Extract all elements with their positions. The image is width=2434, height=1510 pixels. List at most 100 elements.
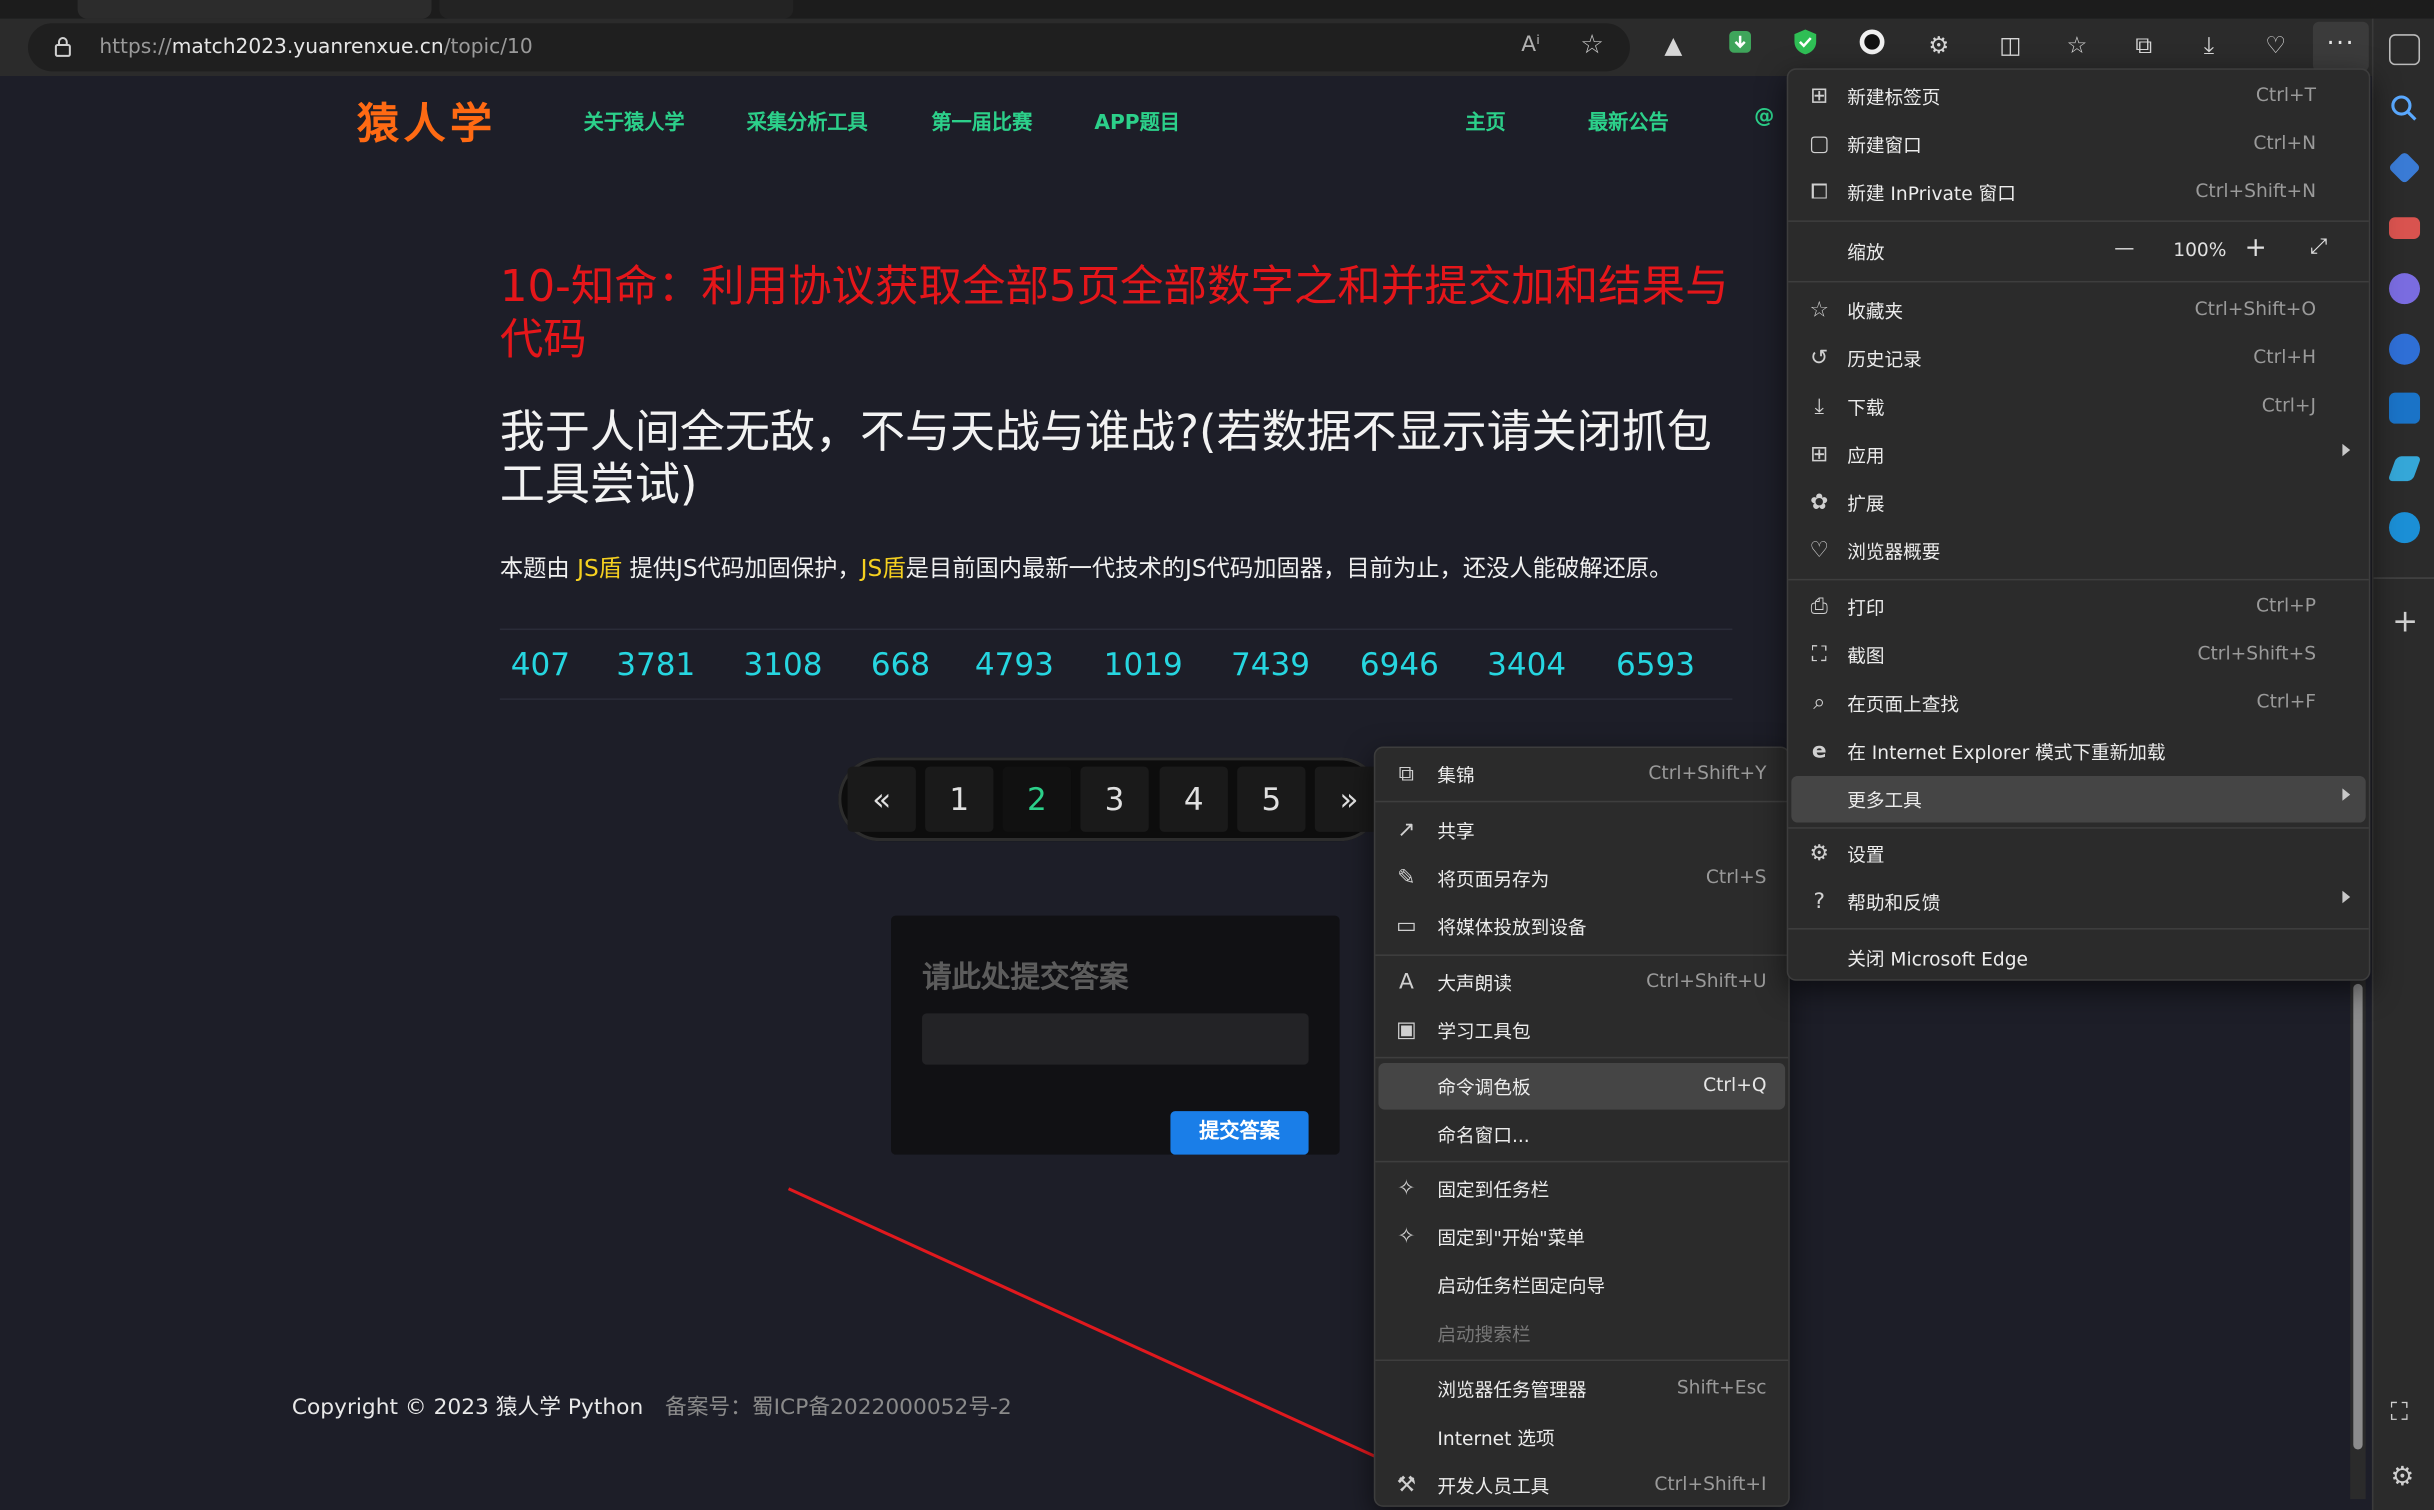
number-cell: 3404 (1487, 645, 1567, 683)
page-scrollbar[interactable] (2350, 977, 2366, 1500)
browser-tab[interactable] (77, 0, 432, 19)
menu-item-new-window[interactable]: ▢ 新建窗口 Ctrl+N (1791, 121, 2365, 168)
menu-item-print[interactable]: ⎙ 打印 Ctrl+P (1791, 584, 2365, 631)
nav-about[interactable]: 关于猿人学 (584, 106, 685, 135)
settings-and-more-button[interactable]: ··· (2312, 21, 2369, 72)
jsdun-link[interactable]: JS盾 (861, 554, 906, 582)
menu-item-share[interactable]: ↗ 共享 (1378, 807, 1785, 854)
number-cell: 6946 (1359, 645, 1439, 683)
page-3-button[interactable]: 3 (1080, 766, 1149, 832)
download-icon: ⤓ (1814, 394, 1825, 420)
tools-briefcase-icon[interactable] (2388, 217, 2421, 239)
problem-subtitle: 我于人间全无敌，不与天战与谁战?(若数据不显示请关闭抓包工具尝试) (499, 405, 1712, 511)
print-icon: ⎙ (1810, 594, 1828, 620)
number-cell: 1019 (1103, 645, 1183, 683)
menu-item-more-tools[interactable]: 更多工具 (1791, 775, 2366, 823)
nav-first-contest[interactable]: 第一届比赛 (931, 106, 1032, 135)
favorites-icon[interactable]: ☆ (2060, 28, 2094, 62)
menu-item-inprivate[interactable]: ⧠ 新建 InPrivate 窗口 Ctrl+Shift+N (1791, 169, 2365, 216)
nav-app-questions[interactable]: APP题目 (1094, 106, 1180, 135)
menu-item-collections[interactable]: ⧉ 集锦 Ctrl+Shift+Y (1378, 751, 1785, 798)
menu-item-save-page[interactable]: ✎ 将页面另存为 Ctrl+S (1378, 855, 1785, 902)
share-icon: ↗ (1397, 817, 1416, 843)
browser-essentials-icon[interactable]: ♡ (2259, 28, 2293, 62)
menu-item-history[interactable]: ↺ 历史记录 Ctrl+H (1791, 335, 2365, 382)
menu-item-apps[interactable]: ⊞ 应用 (1791, 431, 2365, 478)
menu-item-ie-mode[interactable]: e在 Internet Explorer 模式下重新加载 (1791, 728, 2365, 775)
zoom-level: 100% (2173, 238, 2227, 261)
menu-item-downloads[interactable]: ⤓ 下载 Ctrl+J (1791, 383, 2365, 430)
menu-item-help-feedback[interactable]: ? 帮助和反馈 (1791, 878, 2365, 925)
menu-item-settings[interactable]: ⚙ 设置 (1791, 830, 2365, 877)
inprivate-icon: ⧠ (1810, 180, 1828, 205)
icp-link[interactable]: 备案号：蜀ICP备2022000052号-2 (665, 1395, 1012, 1420)
scrollbar-thumb[interactable] (2353, 983, 2363, 1450)
menu-item-new-tab[interactable]: ⊞ 新建标签页 Ctrl+T (1791, 73, 2365, 120)
nav-home[interactable]: 主页 (1465, 106, 1505, 135)
menu-item-find-on-page[interactable]: ⌕ 在页面上查找 Ctrl+F (1791, 680, 2365, 727)
collections-icon: ⧉ (1398, 761, 1415, 787)
menu-item-internet-options[interactable]: Internet 选项 (1378, 1414, 1785, 1461)
collections-icon[interactable]: ⧉ (2127, 28, 2161, 62)
split-screen-icon[interactable]: ◫ (1993, 28, 2027, 62)
page-prev-button[interactable]: « (847, 766, 916, 832)
sidebar-settings-icon[interactable]: ⚙ (2391, 1462, 2415, 1493)
page-4-button[interactable]: 4 (1159, 766, 1228, 832)
zoom-in-button[interactable]: + (2245, 233, 2267, 264)
games-icon[interactable] (2388, 273, 2421, 305)
lock-icon[interactable] (54, 36, 71, 58)
downloads-icon[interactable]: ⤓ (2192, 28, 2226, 62)
screenshot-icon[interactable]: ⛶ (2391, 1397, 2408, 1428)
favorite-star-icon[interactable]: ☆ (1580, 29, 1604, 60)
number-cell: 3108 (743, 645, 823, 683)
extension-shield-icon[interactable] (1788, 28, 1822, 62)
extensions-puzzle-icon[interactable]: ⚙ (1922, 28, 1956, 62)
answer-input[interactable] (922, 1013, 1309, 1065)
shopping-tag-icon[interactable] (2388, 151, 2421, 185)
page-2-button[interactable]: 2 (1002, 766, 1072, 832)
page-1-button[interactable]: 1 (925, 766, 994, 832)
menu-item-close-edge[interactable]: 关闭 Microsoft Edge (1791, 934, 2365, 981)
menu-item-read-aloud[interactable]: A 大声朗读 Ctrl+Shift+U (1378, 959, 1785, 1006)
url-text[interactable]: https://match2023.yuanrenxue.cn/topic/10 (99, 36, 532, 59)
add-icon[interactable]: + (2392, 602, 2418, 639)
menu-item-browser-essentials[interactable]: ♡ 浏览器概要 (1791, 528, 2365, 575)
menu-item-name-window[interactable]: 命名窗口... (1378, 1111, 1785, 1158)
extension-download-icon[interactable] (1723, 28, 1757, 62)
site-logo[interactable]: 猿人学 (357, 90, 497, 151)
fullscreen-icon[interactable]: ⤢ (2310, 234, 2327, 259)
problem-description: 本题由 JS盾 提供JS代码加固保护，JS盾是目前国内最新一代技术的JS代码加固… (499, 554, 1673, 582)
menu-item-cast[interactable]: ▭ 将媒体投放到设备 (1378, 903, 1785, 950)
submit-answer-button[interactable]: 提交答案 (1170, 1111, 1309, 1155)
jsdun-link[interactable]: JS盾 (577, 554, 622, 582)
menu-item-favorites[interactable]: ☆ 收藏夹 Ctrl+Shift+O (1791, 287, 2365, 334)
extension-triangle-icon[interactable]: ▲ (1656, 28, 1690, 62)
browser-tab[interactable] (439, 0, 794, 19)
send-icon[interactable] (2387, 456, 2422, 482)
nav-user[interactable]: @ (1754, 106, 1774, 129)
nav-announcements[interactable]: 最新公告 (1588, 106, 1669, 135)
sidebar-panel-icon[interactable] (2388, 34, 2421, 66)
extension-circle-icon[interactable] (1855, 28, 1889, 62)
outlook-icon[interactable] (2388, 392, 2421, 424)
zoom-out-button[interactable]: — (2114, 237, 2134, 260)
menu-item-extensions[interactable]: ✿ 扩展 (1791, 480, 2365, 527)
page-5-button[interactable]: 5 (1237, 766, 1306, 832)
menu-item-pin-taskbar[interactable]: ✧ 固定到任务栏 (1378, 1165, 1785, 1212)
menu-item-command-palette[interactable]: 命令调色板 Ctrl+Q (1378, 1063, 1786, 1110)
search-icon[interactable] (2389, 93, 2420, 124)
menu-item-pin-start[interactable]: ✧ 固定到"开始"菜单 (1378, 1214, 1785, 1261)
address-bar[interactable]: https://match2023.yuanrenxue.cn/topic/10… (27, 23, 1630, 72)
nav-tools[interactable]: 采集分析工具 (747, 106, 868, 135)
browser-essentials-icon: ♡ (1809, 538, 1830, 564)
menu-item-taskbar-wizard[interactable]: 启动任务栏固定向导 (1378, 1262, 1785, 1309)
read-aloud-icon[interactable]: Aⁱ (1521, 33, 1540, 58)
menu-item-screenshot[interactable]: ⛶ 截图 Ctrl+Shift+S (1791, 632, 2365, 679)
skype-icon[interactable] (2388, 512, 2421, 544)
menu-item-task-manager[interactable]: 浏览器任务管理器 Shift+Esc (1378, 1366, 1785, 1413)
new-tab-icon: ⊞ (1810, 83, 1829, 109)
menu-item-developer-tools[interactable]: ⚒ 开发人员工具 Ctrl+Shift+I (1378, 1462, 1785, 1509)
menu-item-learning-toolkit[interactable]: ▣ 学习工具包 (1378, 1007, 1785, 1054)
ie-icon: e (1811, 738, 1827, 764)
copilot-icon[interactable] (2388, 333, 2421, 365)
